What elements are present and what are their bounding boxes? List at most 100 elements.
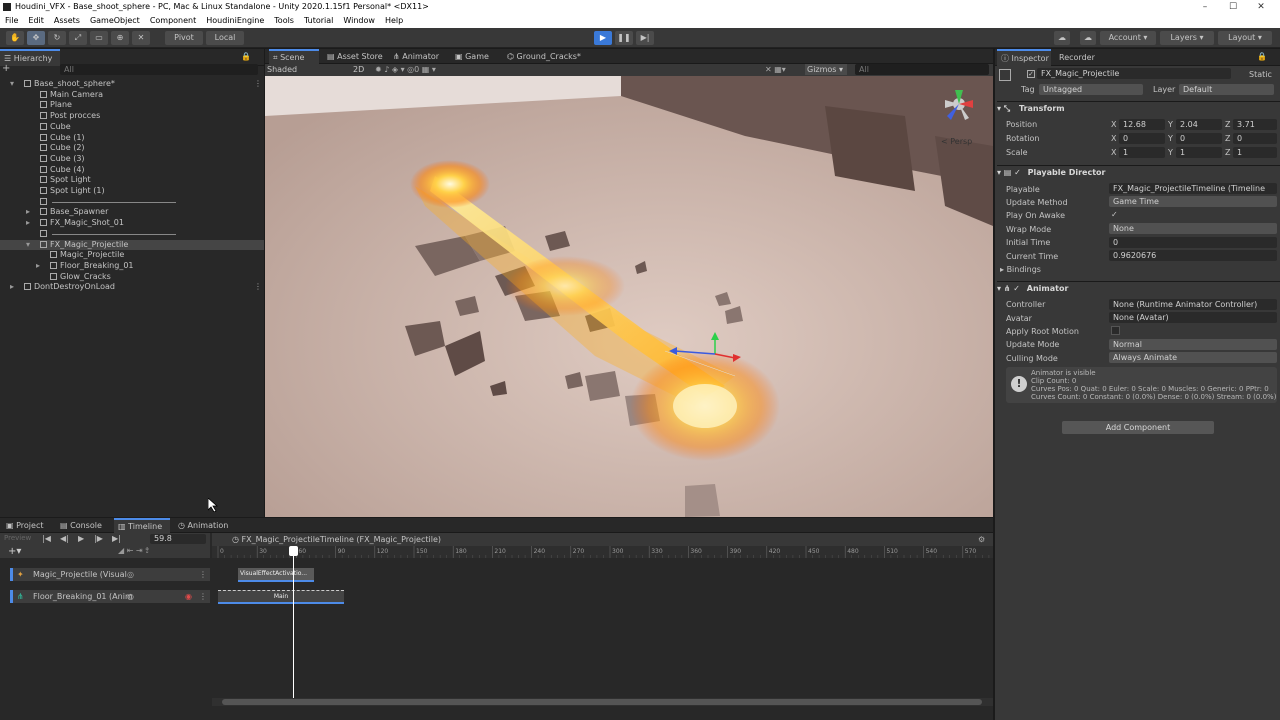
tab-console[interactable]: ▤ Console [56, 518, 112, 533]
rotation-x[interactable]: 0 [1119, 133, 1165, 144]
local-toggle[interactable]: Local [206, 31, 244, 45]
scene-menu-icon[interactable]: ⋮ [254, 282, 262, 292]
menu-gameobject[interactable]: GameObject [85, 14, 145, 28]
minimize-button[interactable]: – [1190, 0, 1220, 14]
hierarchy-scene-row[interactable]: ▾ Base_shoot_sphere* ⋮ [0, 79, 264, 89]
bindings-foldout[interactable]: ▸ Bindings [1000, 265, 1041, 274]
tab-recorder[interactable]: Recorder [1055, 49, 1105, 66]
goto-start-icon[interactable]: |◀ [42, 534, 51, 543]
preview-button[interactable]: Preview [4, 534, 31, 542]
menu-help[interactable]: Help [380, 14, 408, 28]
tab-animator[interactable]: ⋔ Animator [389, 49, 447, 64]
foldout-arrow-icon[interactable]: ▸ [26, 207, 30, 217]
foldout-arrow-icon[interactable]: ▸ [10, 282, 14, 292]
menu-window[interactable]: Window [338, 14, 380, 28]
hierarchy-item[interactable]: Magic_Projectile [0, 250, 264, 260]
rect-tool-icon[interactable]: ▭ [90, 31, 108, 45]
transform-tool-icon[interactable]: ⊕ [111, 31, 129, 45]
apply-root-motion-checkbox[interactable] [1111, 326, 1120, 335]
hierarchy-item[interactable]: Spot Light [0, 175, 264, 185]
hierarchy-search-input[interactable]: All [60, 64, 258, 75]
hierarchy-item[interactable]: Main Camera [0, 90, 264, 100]
collab-icon[interactable]: ☁ [1054, 31, 1070, 45]
position-y[interactable]: 2.04 [1176, 119, 1222, 130]
close-button[interactable]: ✕ [1246, 0, 1276, 14]
hierarchy-item[interactable]: Post procces [0, 111, 264, 121]
custom-tool-icon[interactable]: ✕ [132, 31, 150, 45]
menu-component[interactable]: Component [145, 14, 201, 28]
hierarchy-item[interactable]: Cube (4) [0, 165, 264, 175]
transform-header[interactable]: ▾ ⤡ Transform [997, 101, 1280, 115]
playhead-handle[interactable] [289, 546, 298, 556]
lighting-icon[interactable]: ✹ ♪ ◈ ▾ ◎0 ▦ ▾ [375, 64, 436, 75]
active-checkbox[interactable]: ✓ [1027, 70, 1035, 78]
clip-main[interactable]: Main [218, 590, 344, 604]
current-time-field[interactable]: 0.9620676 [1109, 250, 1277, 261]
menu-tutorial[interactable]: Tutorial [299, 14, 338, 28]
timeline-scrollbar[interactable] [212, 698, 993, 706]
tab-scene[interactable]: ⌗ Scene [269, 49, 319, 64]
shading-dropdown[interactable]: Shaded [267, 64, 327, 75]
object-name-field[interactable]: FX_Magic_Projectile [1037, 68, 1231, 79]
layout-dropdown[interactable]: Layout ▾ [1218, 31, 1272, 45]
menu-assets[interactable]: Assets [49, 14, 85, 28]
layer-dropdown[interactable]: Default [1179, 84, 1274, 95]
timeline-play-icon[interactable]: ▶ [78, 534, 84, 543]
scale-tool-icon[interactable]: ⤢ [69, 31, 87, 45]
hierarchy-item[interactable]: Cube [0, 122, 264, 132]
clip-visual-effect[interactable]: VisualEffectActivatio... [238, 568, 314, 582]
playable-field[interactable]: FX_Magic_ProjectileTimeline (Timeline [1109, 183, 1277, 194]
step-button[interactable]: ▶| [636, 31, 654, 45]
foldout-arrow-icon[interactable]: ▸ [36, 261, 40, 271]
record-icon[interactable]: ◉ [185, 592, 192, 601]
foldout-arrow-icon[interactable]: ▾ [26, 240, 30, 250]
scene-viewport[interactable]: < Persp [265, 76, 993, 517]
timeline-asset-label[interactable]: ◷ FX_Magic_ProjectileTimeline (FX_Magic_… [232, 535, 441, 544]
hierarchy-item[interactable]: Plane [0, 100, 264, 110]
wrap-mode-dropdown[interactable]: None [1109, 223, 1277, 234]
lock-icon[interactable]: 🔒 [241, 52, 251, 61]
maximize-button[interactable]: ☐ [1218, 0, 1248, 14]
menu-tools[interactable]: Tools [269, 14, 299, 28]
hierarchy-scene-row[interactable]: ▸ DontDestroyOnLoad ⋮ [0, 282, 264, 292]
scale-x[interactable]: 1 [1119, 147, 1165, 158]
hierarchy-item[interactable]: ▾ FX_Magic_Projectile [0, 239, 264, 250]
track-tools-icon[interactable]: ◢ ⇤ ⇥ ⥉ [118, 546, 149, 556]
tab-asset-store[interactable]: ▤ Asset Store [323, 49, 387, 64]
hierarchy-item[interactable]: Cube (2) [0, 143, 264, 153]
scene-menu-icon[interactable]: ⋮ [254, 79, 262, 89]
update-mode-dropdown[interactable]: Normal [1109, 339, 1277, 350]
menu-houdiniengine[interactable]: HoudiniEngine [201, 14, 269, 28]
scale-y[interactable]: 1 [1176, 147, 1222, 158]
cloud-icon[interactable]: ☁ [1080, 31, 1096, 45]
add-component-button[interactable]: Add Component [1062, 421, 1214, 434]
position-x[interactable]: 12.68 [1119, 119, 1165, 130]
play-button[interactable]: ▶ [594, 31, 612, 45]
frame-field[interactable]: 59.8 [150, 534, 206, 544]
rotation-z[interactable]: 0 [1233, 133, 1277, 144]
tab-game[interactable]: ▣ Game [451, 49, 497, 64]
pivot-toggle[interactable]: Pivot [165, 31, 203, 45]
foldout-arrow-icon[interactable]: ▾ [10, 79, 14, 89]
2d-toggle[interactable]: 2D [353, 64, 364, 75]
account-dropdown[interactable]: Account ▾ [1100, 31, 1156, 45]
playhead[interactable] [293, 546, 294, 698]
scrollbar-thumb[interactable] [222, 699, 982, 705]
track-header-magic-projectile[interactable]: ✦ Magic_Projectile (Visual ◎ ⋮ [10, 568, 210, 581]
hierarchy-item[interactable]: Cube (1) [0, 133, 264, 143]
playable-director-header[interactable]: ▾ ▤ ✓ Playable Director [997, 165, 1280, 179]
hierarchy-item[interactable]: ▸ Floor_Breaking_01 [0, 261, 264, 271]
animator-header[interactable]: ▾ ⋔ ✓ Animator [997, 281, 1280, 295]
inspector-lock-icon[interactable]: 🔒 [1257, 52, 1267, 61]
target-icon[interactable]: ◎ [127, 592, 134, 601]
add-icon[interactable]: + [2, 64, 12, 74]
prev-frame-icon[interactable]: ◀| [60, 534, 69, 543]
menu-file[interactable]: File [0, 14, 23, 28]
pause-button[interactable]: ❚❚ [615, 31, 633, 45]
foldout-arrow-icon[interactable]: ▸ [26, 218, 30, 228]
target-icon[interactable]: ◎ [127, 570, 134, 579]
rotate-tool-icon[interactable]: ↻ [48, 31, 66, 45]
timeline-settings-icon[interactable]: ⚙ [978, 535, 985, 544]
orientation-gizmo[interactable] [937, 82, 981, 126]
hierarchy-item[interactable]: ▸ Base_Spawner [0, 207, 264, 217]
